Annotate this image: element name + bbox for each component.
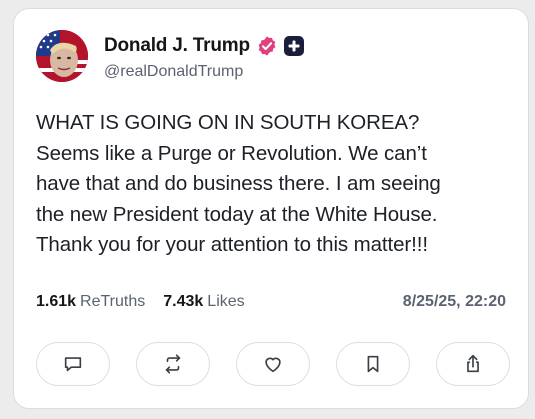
retruths-count: 1.61k bbox=[36, 293, 77, 310]
share-button[interactable] bbox=[436, 342, 510, 386]
bookmark-icon bbox=[367, 355, 379, 373]
post-text-line: the new President today at the White Hou… bbox=[36, 202, 438, 226]
reply-button[interactable] bbox=[36, 342, 110, 386]
post-text-line: Seems like a Purge or Revolution. We can… bbox=[36, 141, 427, 165]
retruths-stat[interactable]: 1.61k ReTruths bbox=[36, 293, 145, 311]
author-name[interactable]: Donald J. Trump bbox=[104, 35, 250, 57]
like-button[interactable] bbox=[236, 342, 310, 386]
author-handle[interactable]: @realDonaldTrump bbox=[104, 63, 243, 81]
reply-icon bbox=[64, 357, 82, 372]
heart-icon bbox=[265, 357, 281, 373]
post-stats: 1.61k ReTruths 7.43k Likes 8/25/25, 22:2… bbox=[36, 293, 506, 311]
likes-count: 7.43k bbox=[163, 293, 204, 310]
verified-badge-icon bbox=[256, 35, 278, 57]
author-row: Donald J. Trump bbox=[104, 35, 304, 57]
post-text-line: have that and do business there. I am se… bbox=[36, 172, 441, 195]
post-card: Donald J. Trump @realDonaldTrump WHAT IS… bbox=[13, 8, 529, 409]
post-text-line: WHAT IS GOING ON IN SOUTH KOREA? bbox=[36, 111, 420, 134]
post-timestamp[interactable]: 8/25/25, 22:20 bbox=[403, 293, 506, 311]
retruths-label: ReTruths bbox=[80, 293, 146, 310]
likes-stat[interactable]: 7.43k Likes bbox=[163, 293, 244, 311]
plus-badge-icon bbox=[283, 36, 304, 56]
action-bar bbox=[36, 342, 510, 386]
avatar[interactable] bbox=[36, 30, 88, 82]
retruth-button[interactable] bbox=[136, 342, 210, 386]
post-text: WHAT IS GOING ON IN SOUTH KOREA? Seems l… bbox=[36, 108, 526, 261]
share-icon bbox=[467, 354, 479, 373]
retruth-icon bbox=[165, 354, 181, 374]
likes-label: Likes bbox=[207, 293, 245, 310]
bookmark-button[interactable] bbox=[336, 342, 410, 386]
post-text-line: Thank you for your attention to this mat… bbox=[36, 233, 428, 256]
avatar-image bbox=[36, 30, 88, 82]
